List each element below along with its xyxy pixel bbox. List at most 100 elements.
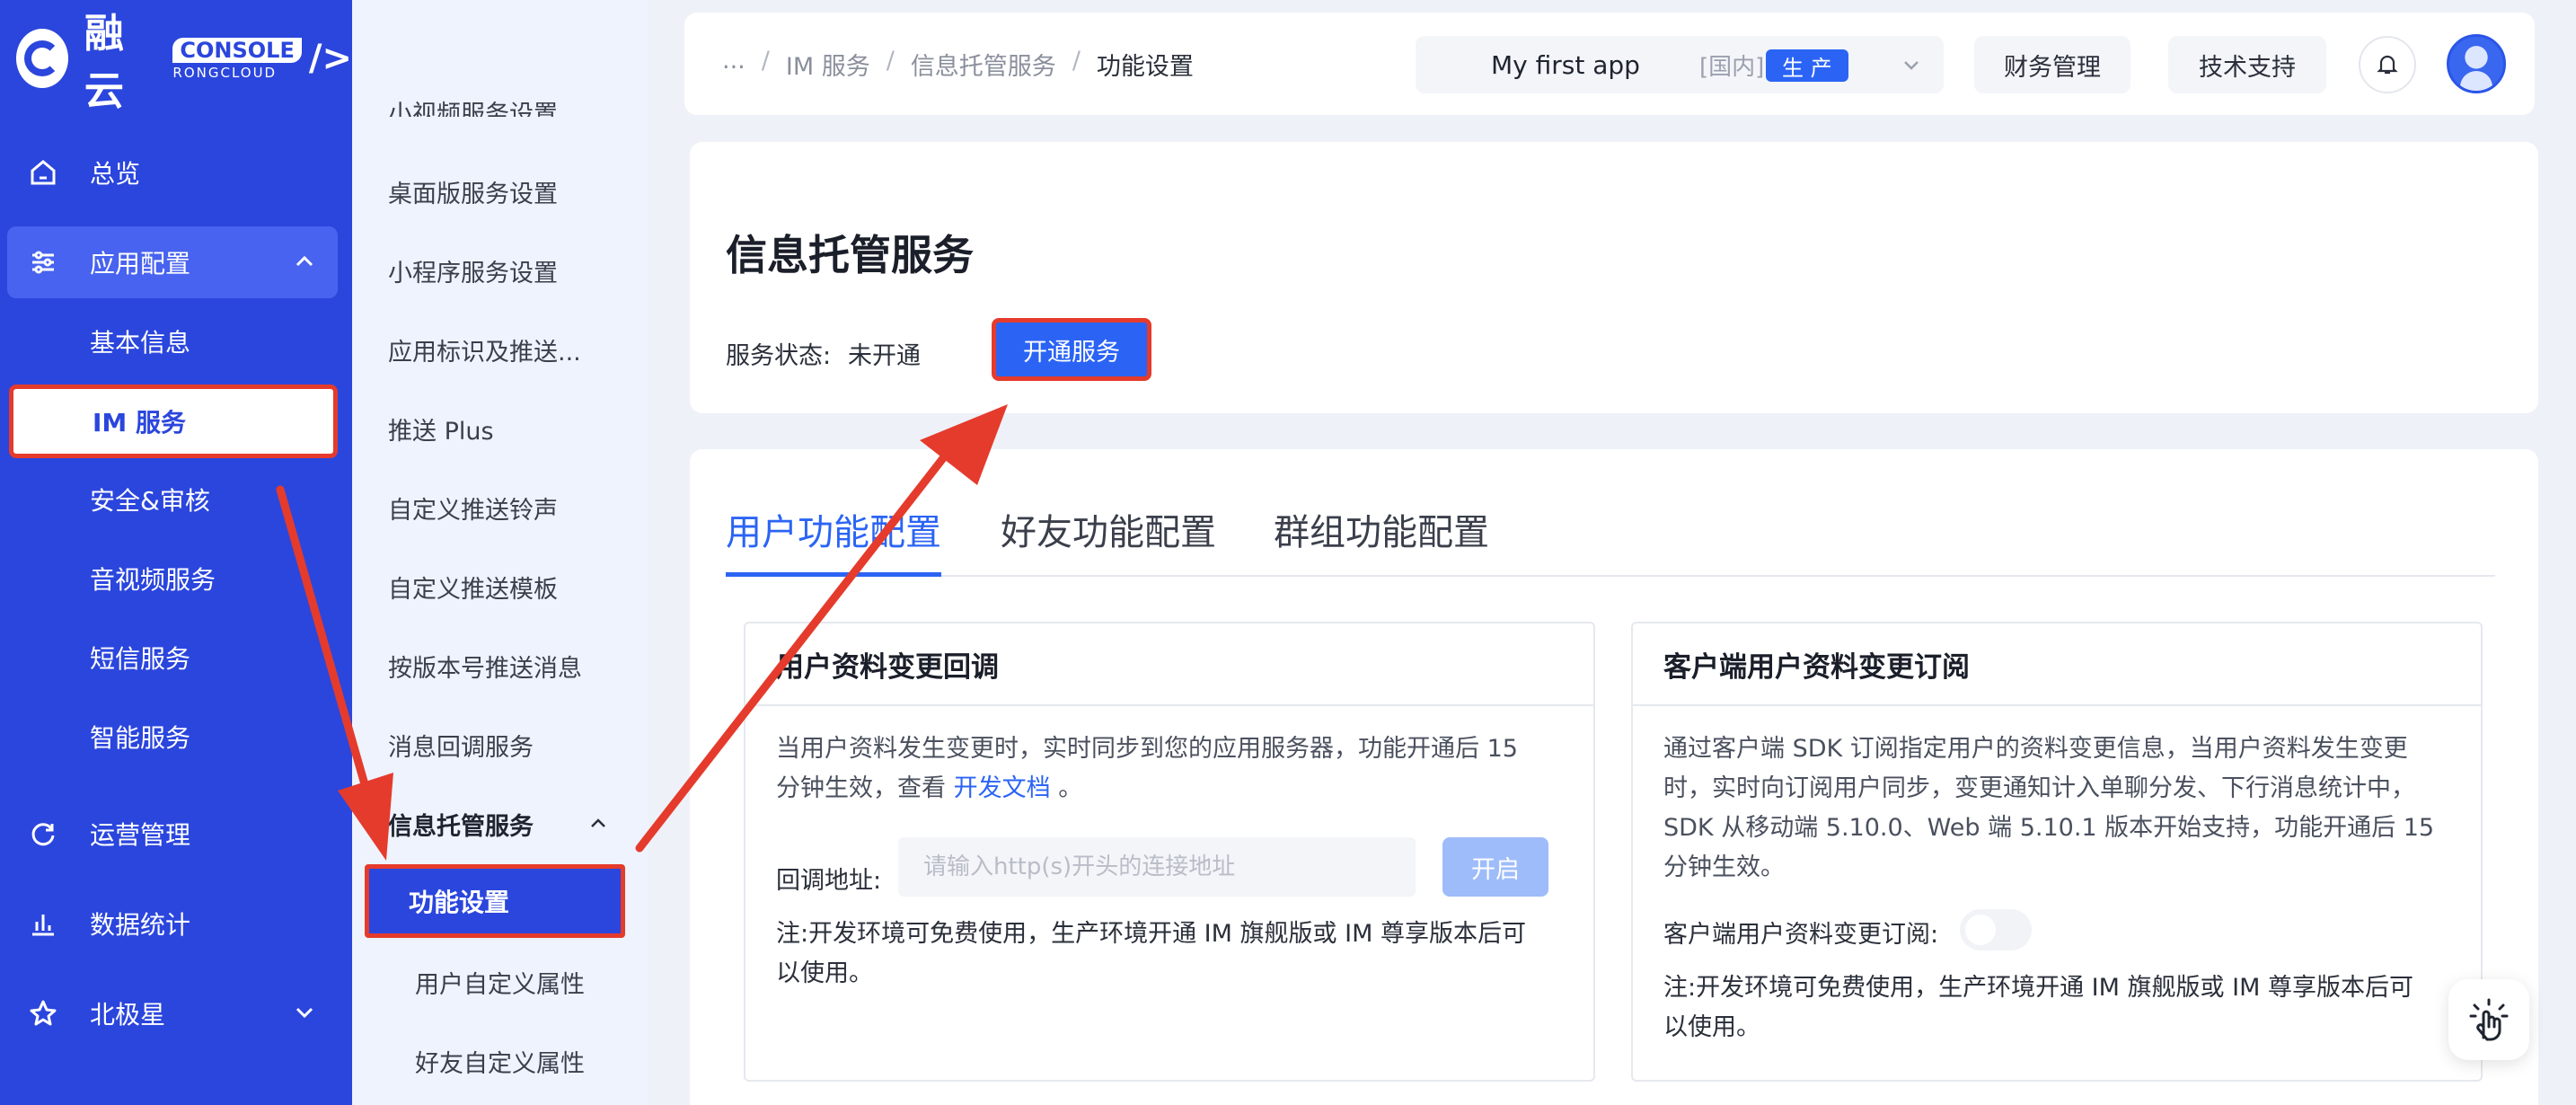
subnav-item-feature-settings[interactable]: 功能设置	[365, 864, 625, 938]
nav-item-operations[interactable]: 运营管理	[0, 798, 352, 870]
chevron-up-icon	[587, 813, 609, 841]
dev-docs-link[interactable]: 开发文档	[954, 774, 1051, 802]
sliders-icon	[27, 246, 59, 278]
chevron-down-icon	[1901, 54, 1922, 79]
tab-user-config[interactable]: 用户功能配置	[726, 503, 941, 577]
help-assistant-button[interactable]	[2448, 979, 2529, 1060]
rongcloud-logo-icon	[16, 29, 68, 88]
subnav-item-miniprogram[interactable]: 小程序服务设置	[352, 234, 648, 306]
brand-logo[interactable]: 融云 CONSOLE RONGCLOUD />	[16, 11, 352, 114]
breadcrumb-im-service[interactable]: IM 服务	[786, 47, 870, 82]
sidebar-item-label: IM 服务	[93, 408, 187, 438]
subnav-item-label: 消息回调服务	[388, 733, 534, 762]
subnav-item-custom-ringtone[interactable]: 自定义推送铃声	[352, 472, 648, 544]
tab-group-config[interactable]: 群组功能配置	[1274, 503, 1489, 575]
page-title: 信息托管服务	[726, 231, 974, 279]
breadcrumb: ... / IM 服务 / 信息托管服务 / 功能设置	[722, 47, 1194, 82]
enable-callback-button[interactable]: 开启	[1442, 837, 1548, 897]
open-service-button[interactable]: 开通服务	[992, 318, 1151, 381]
chevron-up-icon	[293, 250, 316, 279]
subnav-item-label: 好友自定义属性	[415, 1049, 585, 1078]
breadcrumb-info-hosting[interactable]: 信息托管服务	[911, 47, 1056, 82]
subnav-item-label: 推送 Plus	[388, 417, 494, 446]
sidebar-item-label: 安全&审核	[90, 486, 210, 516]
subnav-group-info-hosting[interactable]: 信息托管服务	[352, 788, 648, 860]
chevron-down-icon	[293, 1001, 316, 1030]
subnav-item-app-identity-push[interactable]: 应用标识及推送...	[352, 314, 648, 385]
nav-item-app-config[interactable]: 应用配置	[0, 226, 352, 298]
breadcrumb-separator: /	[761, 47, 770, 75]
finance-button[interactable]: 财务管理	[1974, 36, 2130, 93]
hand-pointer-icon	[2469, 998, 2509, 1041]
app-region: [国内]	[1699, 53, 1765, 81]
secondary-sidebar: 小视频服务设置 桌面版服务设置 小程序服务设置 应用标识及推送... 推送 Pl…	[352, 0, 648, 1105]
nav-item-north-star[interactable]: 北极星	[0, 977, 352, 1049]
subnav-item-label: 按版本号推送消息	[388, 654, 582, 683]
panel-description: 当用户资料发生变更时，实时同步到您的应用服务器，功能开通后 15 分钟生效，查看…	[776, 729, 1548, 809]
callback-url-label: 回调地址:	[776, 867, 882, 895]
service-status-value: 未开通	[848, 342, 921, 370]
panel-title: 用户资料变更回调	[745, 623, 1593, 706]
breadcrumb-ellipsis[interactable]: ...	[722, 47, 745, 82]
app-selector[interactable]: My first app [国内] 生 产	[1416, 36, 1944, 93]
subnav-item-push-plus[interactable]: 推送 Plus	[352, 393, 648, 464]
topbar: ... / IM 服务 / 信息托管服务 / 功能设置 My first app…	[684, 13, 2535, 115]
nav-label-north-star: 北极星	[90, 1000, 166, 1030]
subnav-item-user-custom-attrs[interactable]: 用户自定义属性	[352, 946, 648, 1018]
sidebar-item-im-service[interactable]: IM 服务	[9, 385, 338, 458]
subnav-item-version-push[interactable]: 按版本号推送消息	[352, 630, 648, 702]
service-card: 信息托管服务 服务状态: 未开通 开通服务	[690, 142, 2538, 413]
avatar[interactable]	[2447, 34, 2506, 93]
breadcrumb-current: 功能设置	[1096, 53, 1194, 81]
console-sub: RONGCLOUD	[172, 64, 278, 81]
subscribe-toggle-label: 客户端用户资料变更订阅:	[1663, 921, 1939, 949]
subnav-item-custom-template[interactable]: 自定义推送模板	[352, 551, 648, 623]
user-profile-callback-panel: 用户资料变更回调 当用户资料发生变更时，实时同步到您的应用服务器，功能开通后 1…	[744, 622, 1595, 1082]
client-profile-subscribe-panel: 客户端用户资料变更订阅 通过客户端 SDK 订阅指定用户的资料变更信息，当用户资…	[1631, 622, 2483, 1082]
nav-item-overview[interactable]: 总览	[0, 137, 352, 208]
nav-label-app-config: 应用配置	[90, 249, 191, 278]
sidebar-item-label: 短信服务	[90, 644, 191, 674]
subnav-item-label: 功能设置	[409, 888, 510, 917]
sidebar-item-label: 音视频服务	[90, 565, 216, 595]
brand-name: 融云	[84, 11, 126, 114]
panel-note: 注:开发环境可免费使用，生产环境开通 IM 旗舰版或 IM 尊享版本后可以使用。	[1663, 974, 2413, 1041]
home-icon	[27, 156, 59, 189]
subscribe-toggle[interactable]	[1960, 909, 2032, 950]
nav-label-statistics: 数据统计	[90, 910, 191, 940]
sidebar-item-security[interactable]: 安全&审核	[0, 464, 352, 535]
subnav-item-short-video[interactable]: 小视频服务设置	[352, 77, 648, 117]
subnav-item-desktop[interactable]: 桌面版服务设置	[352, 155, 648, 227]
subnav-item-message-callback[interactable]: 消息回调服务	[352, 709, 648, 781]
subnav-item-label: 小视频服务设置	[388, 101, 558, 117]
nav-item-statistics[interactable]: 数据统计	[0, 888, 352, 959]
bar-chart-icon	[27, 907, 59, 940]
sidebar-item-basic-info[interactable]: 基本信息	[0, 305, 352, 377]
sidebar-item-sms-service[interactable]: 短信服务	[0, 622, 352, 694]
description-text: 当用户资料发生变更时，实时同步到您的应用服务器，功能开通后 15 分钟生效，查看	[776, 735, 1518, 802]
nav-label-overview: 总览	[90, 159, 141, 189]
sidebar-item-smart-service[interactable]: 智能服务	[0, 701, 352, 773]
sidebar-item-av-service[interactable]: 音视频服务	[0, 543, 352, 614]
feature-config-card: 用户功能配置 好友功能配置 群组功能配置 用户资料变更回调 当用户资料发生变更时…	[690, 449, 2538, 1105]
app-name: My first app	[1491, 49, 1640, 80]
tab-friend-config[interactable]: 好友功能配置	[1001, 503, 1216, 575]
callback-url-input[interactable]	[898, 837, 1416, 897]
subnav-item-label: 桌面版服务设置	[388, 180, 558, 208]
tab-bar: 用户功能配置 好友功能配置 群组功能配置	[726, 503, 2495, 577]
notification-bell-icon[interactable]	[2359, 36, 2416, 93]
console-wordmark: CONSOLE RONGCLOUD	[172, 37, 302, 81]
subnav-item-label: 用户自定义属性	[415, 970, 585, 999]
panel-title: 客户端用户资料变更订阅	[1633, 623, 2481, 706]
subnav-item-label: 自定义推送铃声	[388, 496, 558, 525]
sidebar-item-label: 基本信息	[90, 328, 191, 358]
subnav-item-label: 应用标识及推送...	[388, 338, 581, 367]
sidebar-item-label: 智能服务	[90, 723, 191, 753]
subnav-item-label: 自定义推送模板	[388, 575, 558, 604]
support-button[interactable]: 技术支持	[2168, 36, 2326, 93]
star-icon	[27, 997, 59, 1030]
description-suffix: 。	[1058, 774, 1083, 802]
subnav-item-friend-custom-attrs[interactable]: 好友自定义属性	[352, 1025, 648, 1097]
panel-note: 注:开发环境可免费使用，生产环境开通 IM 旗舰版或 IM 尊享版本后可以使用。	[776, 920, 1526, 987]
env-badge: 生 产	[1766, 49, 1848, 82]
